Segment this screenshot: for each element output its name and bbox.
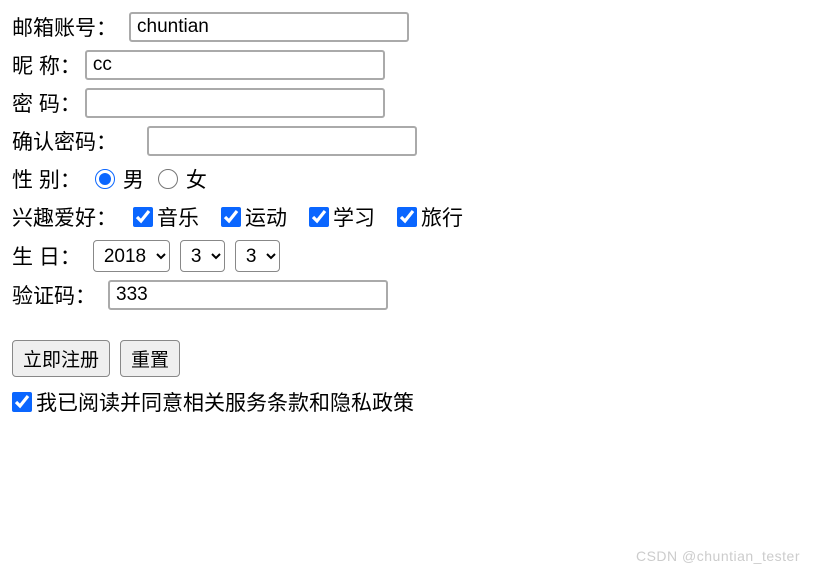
checkbox-hobby-sport[interactable]	[221, 207, 241, 227]
label-gender: 性 别：	[12, 164, 81, 194]
row-password: 密 码：	[12, 88, 806, 118]
hobby-travel-label: 旅行	[421, 202, 463, 232]
option-female: 女	[186, 164, 207, 194]
agree-label: 我已阅读并同意相关服务条款和隐私政策	[36, 387, 414, 417]
option-male: 男	[123, 164, 144, 194]
select-year[interactable]: 2018	[93, 240, 170, 272]
label-nickname: 昵 称：	[12, 50, 81, 80]
hobby-study-label: 学习	[333, 202, 375, 232]
checkbox-hobby-travel[interactable]	[397, 207, 417, 227]
checkbox-hobby-study[interactable]	[309, 207, 329, 227]
row-hobby: 兴趣爱好： 音乐 运动 学习 旅行	[12, 202, 806, 232]
row-nickname: 昵 称：	[12, 50, 806, 80]
select-day[interactable]: 3	[235, 240, 280, 272]
label-password: 密 码：	[12, 88, 81, 118]
input-confirm[interactable]	[147, 126, 417, 156]
checkbox-hobby-music[interactable]	[133, 207, 153, 227]
watermark: CSDN @chuntian_tester	[636, 548, 800, 564]
row-confirm: 确认密码：	[12, 126, 806, 156]
hobby-music-label: 音乐	[157, 202, 199, 232]
row-captcha: 验证码：	[12, 280, 806, 310]
radio-male[interactable]	[95, 169, 115, 189]
select-month[interactable]: 3	[180, 240, 225, 272]
hobby-sport-label: 运动	[245, 202, 287, 232]
label-email: 邮箱账号：	[12, 12, 117, 42]
checkbox-agree[interactable]	[12, 392, 32, 412]
input-password[interactable]	[85, 88, 385, 118]
input-captcha[interactable]	[108, 280, 388, 310]
label-hobby: 兴趣爱好：	[12, 202, 117, 232]
reset-button[interactable]: 重置	[120, 340, 180, 377]
row-gender: 性 别： 男 女	[12, 164, 806, 194]
label-birthday: 生 日：	[12, 241, 81, 271]
row-birthday: 生 日： 2018 3 3	[12, 240, 806, 272]
row-email: 邮箱账号：	[12, 12, 806, 42]
radio-female[interactable]	[158, 169, 178, 189]
row-buttons: 立即注册 重置	[12, 340, 806, 377]
input-nickname[interactable]	[85, 50, 385, 80]
input-email[interactable]	[129, 12, 409, 42]
submit-button[interactable]: 立即注册	[12, 340, 110, 377]
label-confirm: 确认密码：	[12, 126, 117, 156]
row-agree: 我已阅读并同意相关服务条款和隐私政策	[12, 387, 806, 417]
label-captcha: 验证码：	[12, 280, 96, 310]
